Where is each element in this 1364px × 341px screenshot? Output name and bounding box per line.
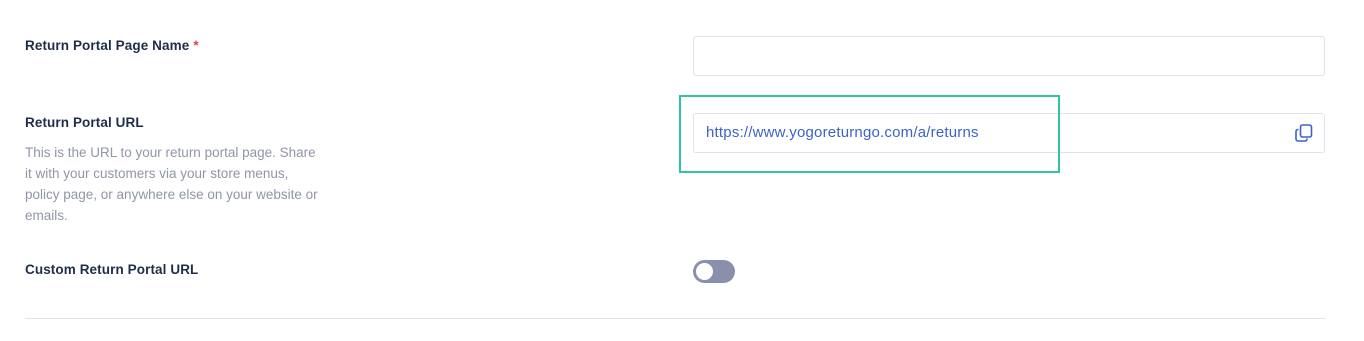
- divider: [25, 318, 1326, 319]
- page-name-label-text: Return Portal Page Name: [25, 38, 190, 53]
- page-name-input[interactable]: [693, 36, 1325, 76]
- highlight-box: [679, 95, 1060, 173]
- portal-url-help-text: This is the URL to your return portal pa…: [25, 145, 318, 223]
- page-name-label: Return Portal Page Name *: [25, 38, 199, 53]
- custom-url-label: Custom Return Portal URL: [25, 262, 199, 277]
- required-marker: *: [193, 38, 199, 53]
- copy-icon[interactable]: [1294, 123, 1314, 143]
- portal-url-label: Return Portal URL: [25, 115, 144, 130]
- toggle-knob: [696, 263, 713, 280]
- custom-url-toggle[interactable]: [693, 260, 735, 283]
